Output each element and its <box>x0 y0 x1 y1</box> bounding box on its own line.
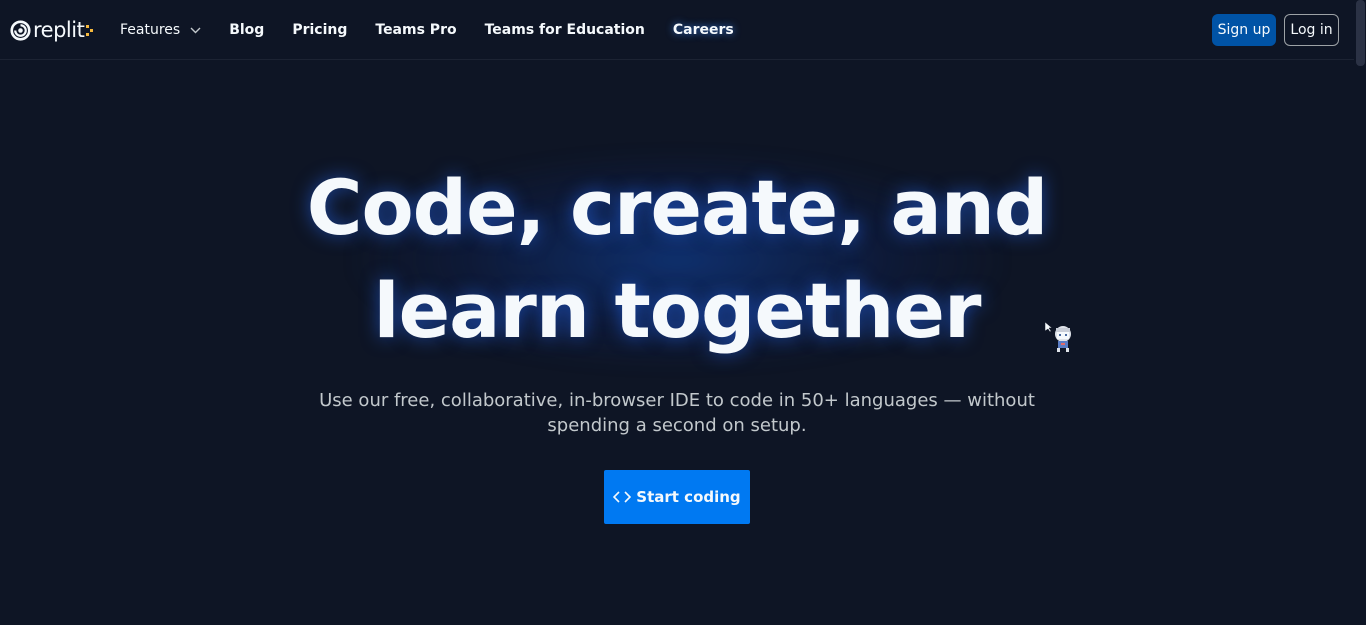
logo-dots-icon <box>86 24 94 36</box>
nav-item-features[interactable]: Features <box>120 22 201 38</box>
top-navbar: replit Features Blog Pricing Teams Pro T… <box>0 0 1354 60</box>
nav-item-label: Pricing <box>292 22 348 38</box>
code-icon <box>613 491 632 503</box>
hero-title: Code, create, and learn together <box>300 156 1054 362</box>
vertical-scrollbar[interactable] <box>1354 0 1366 625</box>
chevron-down-icon <box>190 27 201 33</box>
nav-item-label: Blog <box>229 22 265 38</box>
nav-item-teams-for-education[interactable]: Teams for Education <box>485 22 645 38</box>
nav-item-label: Teams for Education <box>484 22 645 38</box>
hero-subtitle-line-2: spending a second on setup. <box>547 415 807 436</box>
scrollbar-thumb[interactable] <box>1356 0 1365 66</box>
start-coding-label: Start coding <box>636 488 741 506</box>
nav-item-label: Careers <box>672 22 734 38</box>
log-in-button[interactable]: Log in <box>1284 14 1339 46</box>
hero-title-line-1: Code, create, and <box>306 163 1049 252</box>
nav-item-pricing[interactable]: Pricing <box>292 22 347 38</box>
logo-wordmark: replit <box>33 18 85 42</box>
replit-logo[interactable]: replit <box>10 18 94 42</box>
hero-subtitle-line-1: Use our free, collaborative, in-browser … <box>319 390 1035 411</box>
nav-item-label: Features <box>120 22 181 38</box>
nav-item-label: Teams Pro <box>375 22 457 38</box>
nav-links: Features Blog Pricing Teams Pro Teams fo… <box>120 0 762 60</box>
nav-item-blog[interactable]: Blog <box>229 22 264 38</box>
page: replit Features Blog Pricing Teams Pro T… <box>0 0 1366 625</box>
hero-title-line-2: learn together <box>373 266 982 355</box>
pixel-mascot-icon <box>1045 322 1071 352</box>
start-coding-button[interactable]: Start coding <box>604 470 750 524</box>
hero-subtitle: Use our free, collaborative, in-browser … <box>316 388 1038 438</box>
nav-item-careers[interactable]: Careers <box>673 22 734 38</box>
sign-up-button[interactable]: Sign up <box>1212 14 1276 46</box>
nav-item-teams-pro[interactable]: Teams Pro <box>375 22 456 38</box>
replit-logo-icon <box>10 19 31 41</box>
